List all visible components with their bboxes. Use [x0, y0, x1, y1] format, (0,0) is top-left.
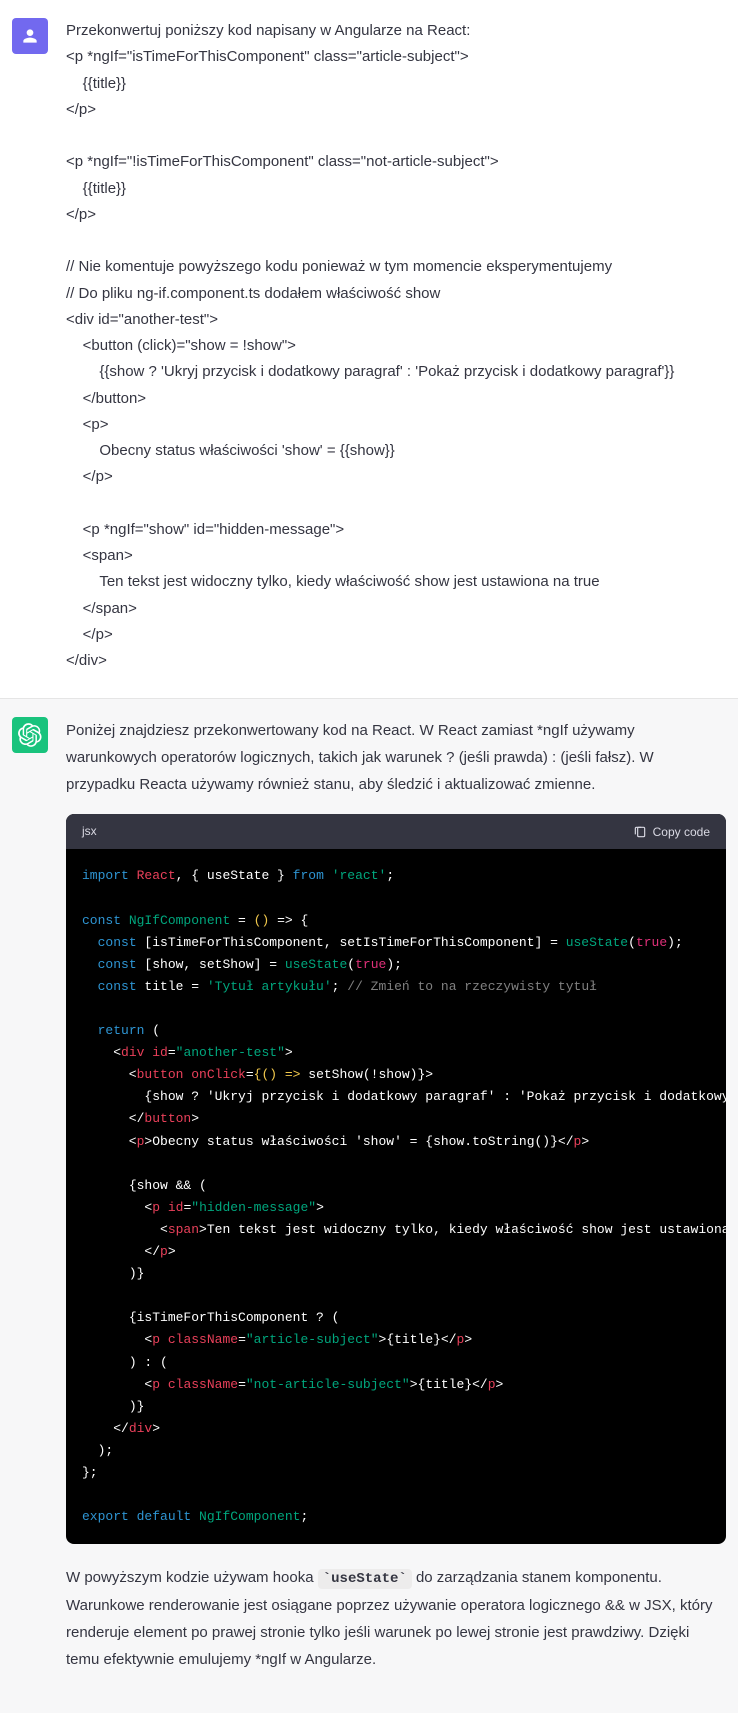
code-block: jsx Copy code import React, { useState }…	[66, 814, 726, 1544]
assistant-intro: Poniżej znajdziesz przekonwertowany kod …	[66, 717, 726, 798]
person-icon	[20, 26, 40, 46]
assistant-outro: W powyższym kodzie używam hooka `useStat…	[66, 1564, 726, 1673]
code-body[interactable]: import React, { useState } from 'react';…	[66, 849, 726, 1544]
code-content: import React, { useState } from 'react';…	[82, 865, 710, 1528]
user-avatar	[12, 18, 48, 54]
copy-code-button[interactable]: Copy code	[633, 825, 710, 839]
outro-before: W powyższym kodzie używam hooka	[66, 1569, 318, 1586]
inline-code-usestate: `useState`	[318, 1569, 412, 1589]
assistant-message: Poniżej znajdziesz przekonwertowany kod …	[0, 699, 738, 1713]
copy-code-label: Copy code	[653, 825, 710, 839]
assistant-content: Poniżej znajdziesz przekonwertowany kod …	[66, 717, 726, 1689]
assistant-avatar	[12, 717, 48, 753]
clipboard-icon	[633, 825, 647, 839]
code-language-label: jsx	[82, 822, 97, 841]
user-text: Przekonwertuj poniższy kod napisany w An…	[66, 18, 726, 674]
user-message: Przekonwertuj poniższy kod napisany w An…	[0, 0, 738, 699]
user-content: Przekonwertuj poniższy kod napisany w An…	[66, 18, 726, 674]
code-header: jsx Copy code	[66, 814, 726, 849]
openai-icon	[18, 723, 42, 747]
